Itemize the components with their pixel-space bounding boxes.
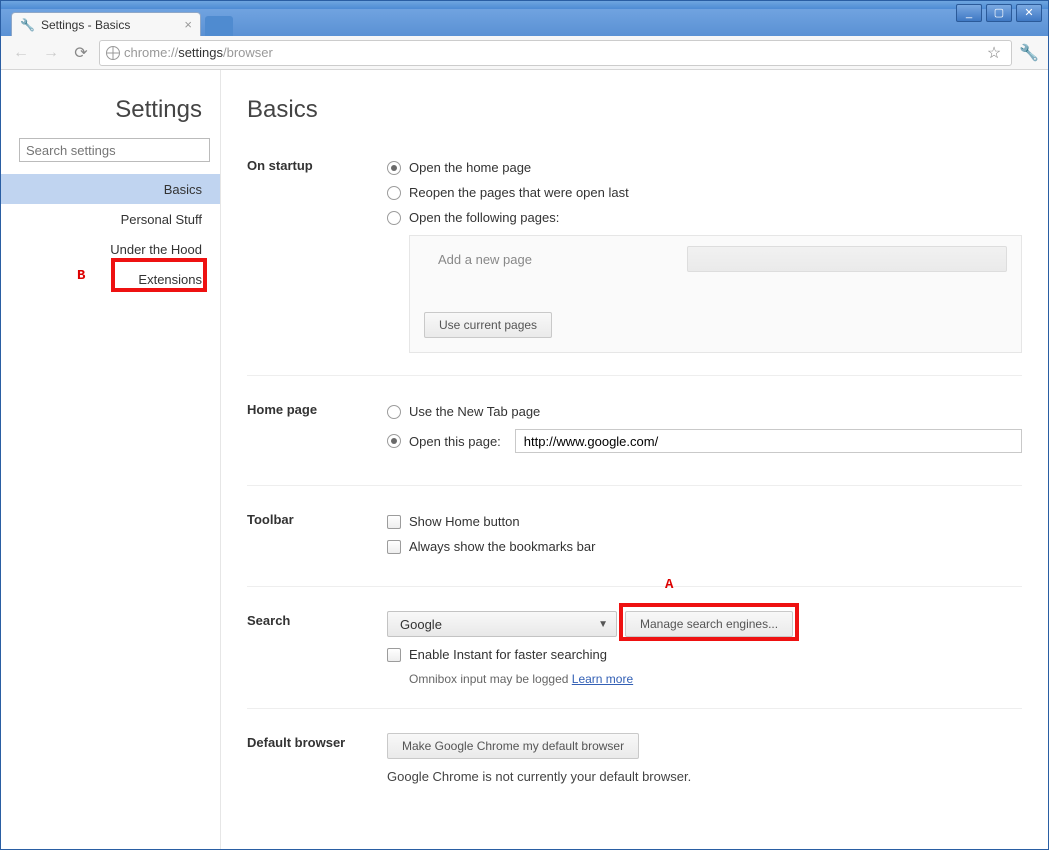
use-current-pages-button[interactable]: Use current pages [424,312,552,338]
window-minimize-button[interactable]: _ [956,4,982,22]
forward-button[interactable]: → [39,41,63,65]
tab-title: Settings - Basics [41,18,130,32]
section-toolbar: Toolbar Show Home button Always show the… [247,502,1022,587]
homepage-url-input[interactable] [515,429,1022,453]
search-engine-select[interactable]: Google ▼ [387,611,617,637]
default-browser-status: Google Chrome is not currently your defa… [387,769,1022,784]
radio-open-home-label: Open the home page [409,160,531,175]
sidebar-item-personal-stuff[interactable]: Personal Stuff [1,204,220,234]
checkbox-show-home-label: Show Home button [409,514,520,529]
search-engine-value: Google [400,617,442,632]
manage-search-engines-button[interactable]: Manage search engines... [625,611,793,637]
bookmark-star-icon[interactable]: ☆ [983,43,1005,63]
instant-hint: Omnibox input may be logged Learn more [409,672,1022,686]
checkbox-show-home[interactable] [387,515,401,529]
sidebar-title: Settings [1,96,220,124]
globe-icon [106,46,120,60]
make-default-browser-button[interactable]: Make Google Chrome my default browser [387,733,639,759]
section-on-startup: On startup Open the home page Reopen the… [247,148,1022,376]
section-label-default-browser: Default browser [247,733,387,784]
section-home-page: Home page Use the New Tab page Open this… [247,392,1022,486]
section-search: Search Google ▼ Manage search engines...… [247,603,1022,709]
chevron-down-icon: ▼ [598,619,608,630]
add-new-page-text[interactable]: Add a new page [424,252,532,267]
checkbox-show-bookmarks[interactable] [387,540,401,554]
page-title: Basics [247,96,1022,124]
tab-strip: 🔧 Settings - Basics × [1,9,1048,36]
omnibox-url: chrome://settings/browser [124,45,979,60]
sidebar-item-under-the-hood[interactable]: Under the Hood [1,234,220,264]
radio-open-this-page-label: Open this page: [409,434,501,449]
browser-window: _ ▢ ✕ 🔧 Settings - Basics × ← → ⟳ chrome… [0,0,1049,850]
section-label-homepage: Home page [247,400,387,463]
toolbar: ← → ⟳ chrome://settings/browser ☆ 🔧 [1,36,1048,70]
radio-reopen-last-label: Reopen the pages that were open last [409,185,629,200]
radio-open-this-page[interactable] [387,434,401,448]
radio-reopen-last[interactable] [387,186,401,200]
add-new-page-input[interactable] [687,246,1007,272]
reload-button[interactable]: ⟳ [69,41,93,65]
new-tab-button[interactable] [205,16,233,36]
main-panel: Basics On startup Open the home page Reo… [221,70,1048,849]
radio-open-following-label: Open the following pages: [409,210,559,225]
radio-use-ntp-label: Use the New Tab page [409,404,540,419]
wrench-icon: 🔧 [20,18,35,32]
wrench-menu-icon[interactable]: 🔧 [1018,43,1040,63]
back-button[interactable]: ← [9,41,33,65]
window-maximize-button[interactable]: ▢ [986,4,1012,22]
tab-close-icon[interactable]: × [184,17,192,32]
section-label-startup: On startup [247,156,387,353]
checkbox-enable-instant-label: Enable Instant for faster searching [409,647,607,662]
checkbox-show-bookmarks-label: Always show the bookmarks bar [409,539,595,554]
sidebar-item-extensions[interactable]: Extensions [1,264,220,294]
omnibox[interactable]: chrome://settings/browser ☆ [99,40,1012,66]
section-label-search: Search [247,611,387,686]
learn-more-link[interactable]: Learn more [572,672,633,686]
startup-pages-box: Add a new page Use current pages [409,235,1022,353]
sidebar-item-basics[interactable]: Basics [1,174,220,204]
sidebar: Settings Basics Personal Stuff Under the… [1,70,221,849]
search-settings-input[interactable] [19,138,210,162]
radio-open-following[interactable] [387,211,401,225]
titlebar [1,1,1048,9]
section-label-toolbar: Toolbar [247,510,387,564]
section-default-browser: Default browser Make Google Chrome my de… [247,725,1022,806]
radio-open-home[interactable] [387,161,401,175]
checkbox-enable-instant[interactable] [387,648,401,662]
radio-use-ntp[interactable] [387,405,401,419]
tab-settings[interactable]: 🔧 Settings - Basics × [11,12,201,36]
window-close-button[interactable]: ✕ [1016,4,1042,22]
